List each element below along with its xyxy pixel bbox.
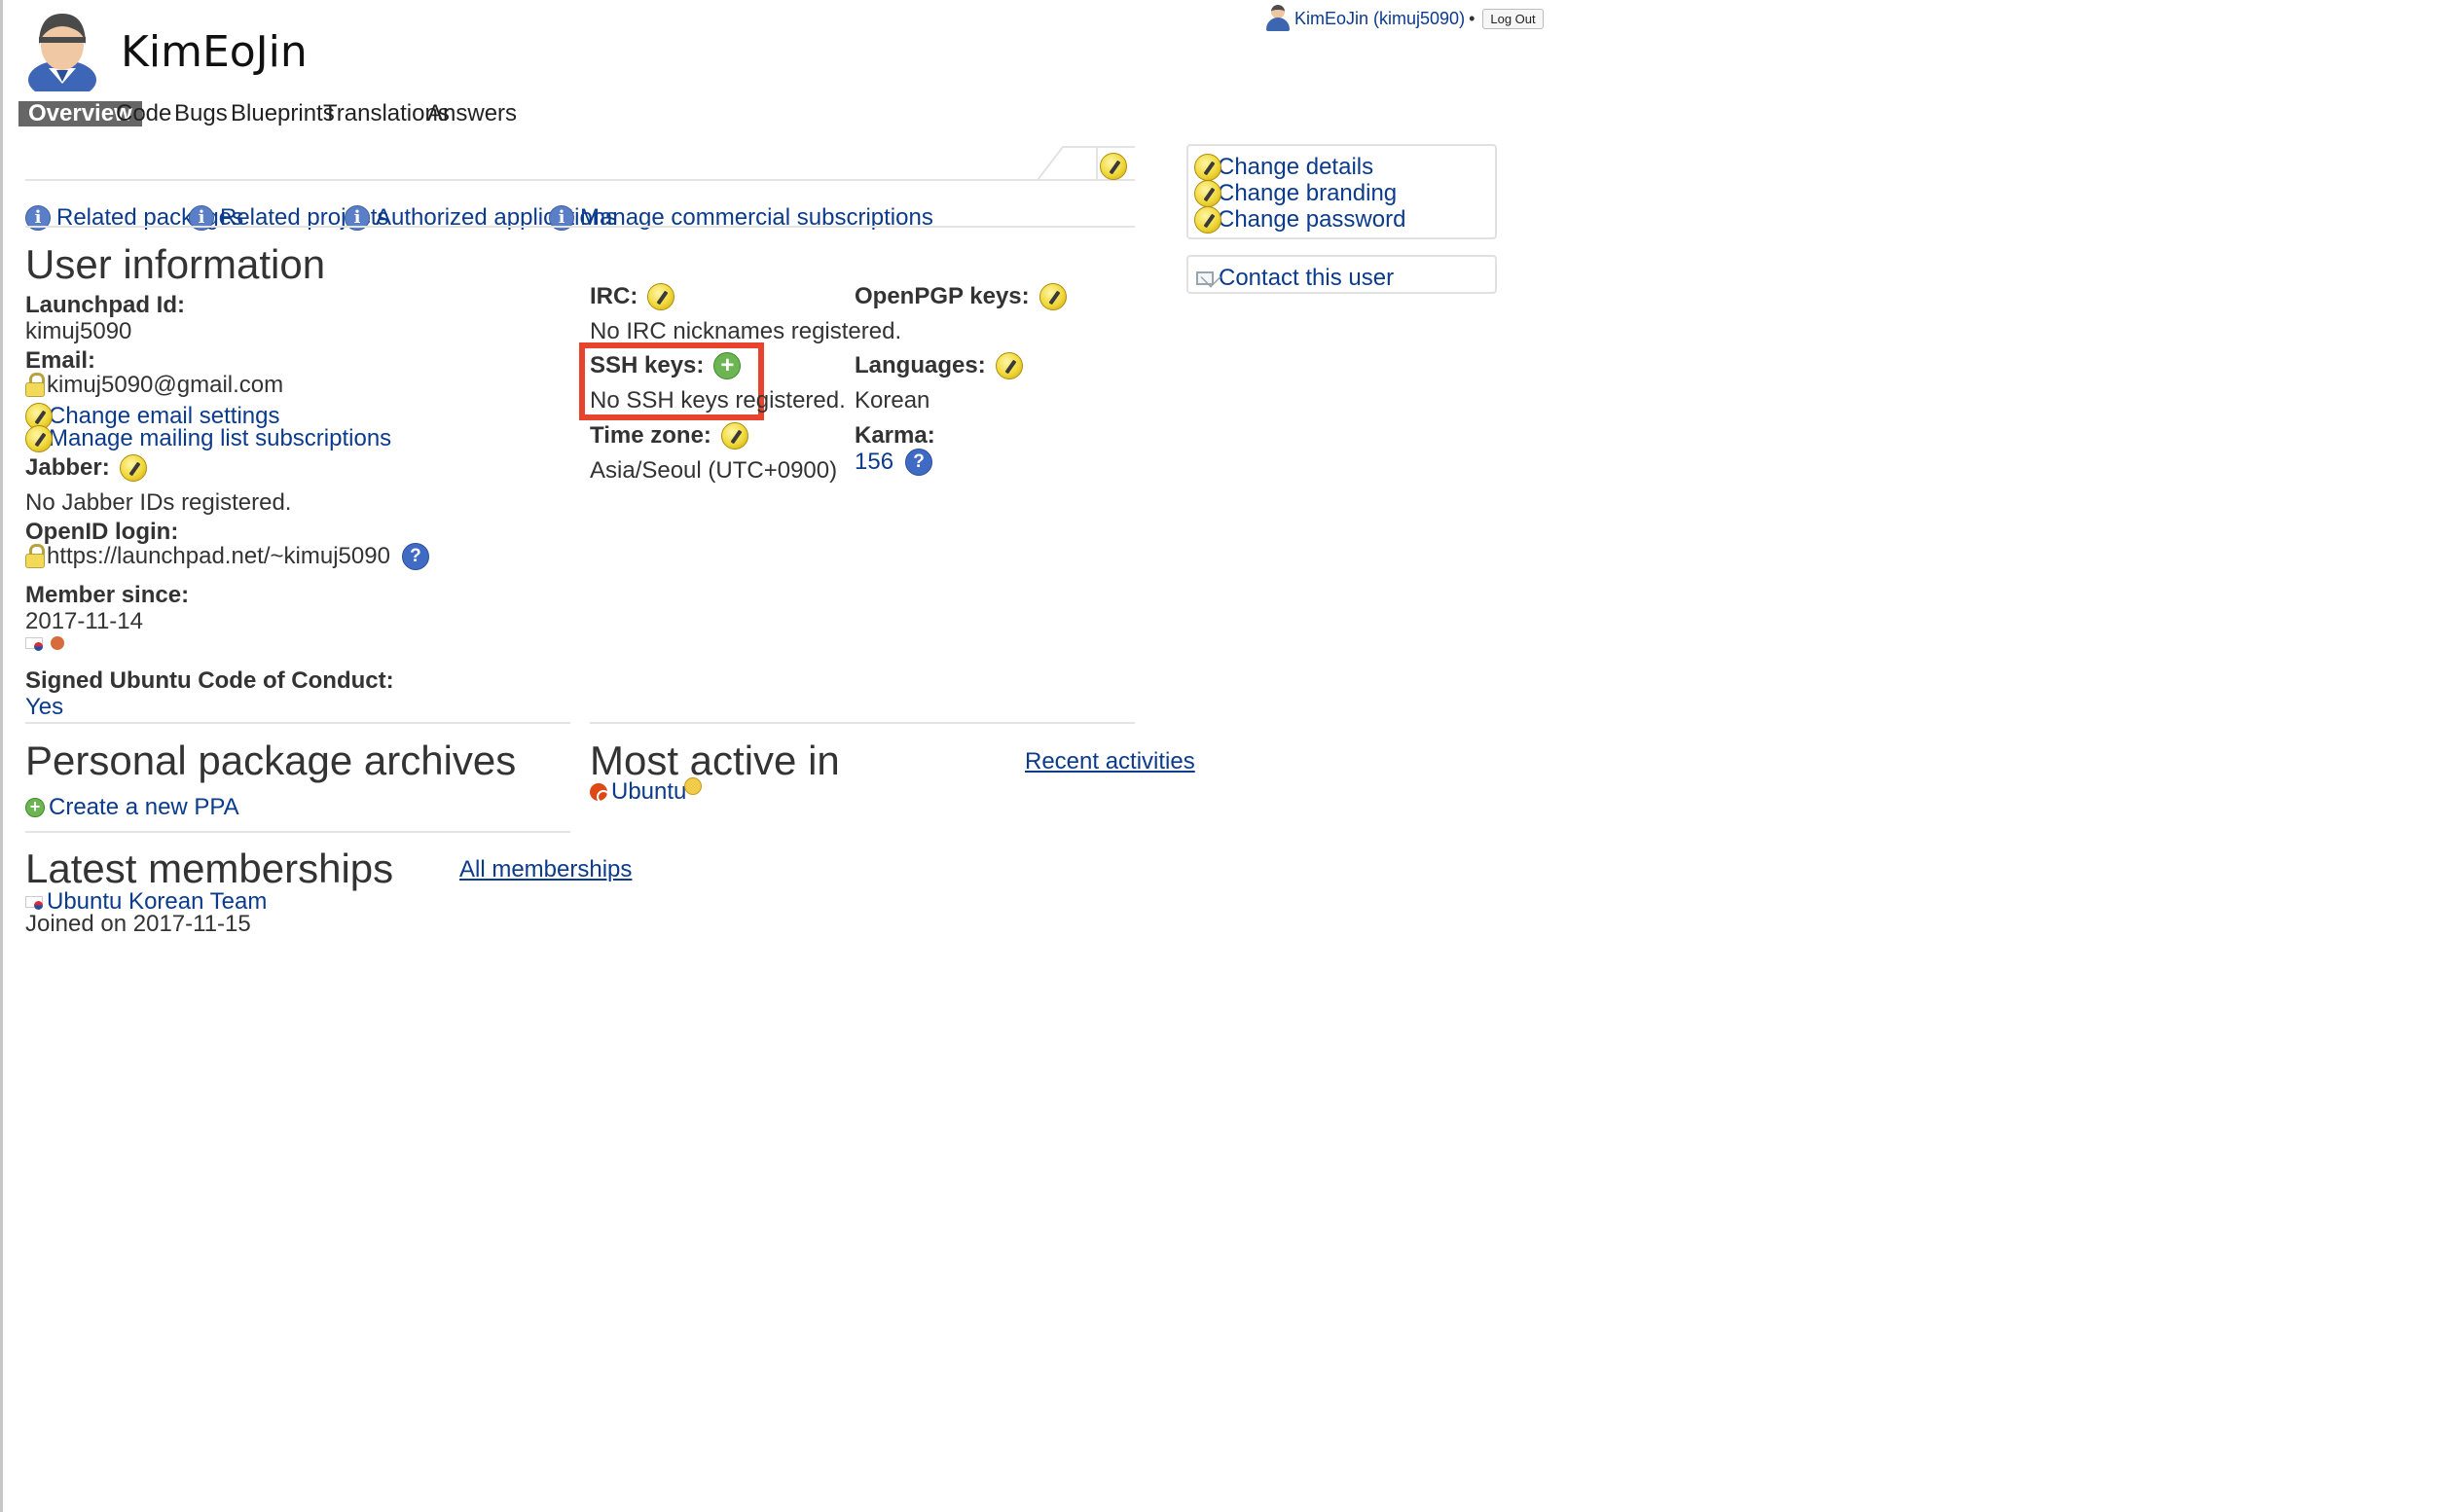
- time-zone-icon: [51, 636, 64, 650]
- launchpad-id-value: kimuj5090: [25, 318, 132, 344]
- edit-timezone-icon[interactable]: [720, 422, 748, 450]
- karma-row: 156 ?: [855, 449, 933, 476]
- current-user-link[interactable]: KimEoJin (kimuj5090): [1294, 9, 1465, 29]
- ppa-heading: Personal package archives: [25, 738, 517, 783]
- edit-jabber-icon[interactable]: [119, 454, 147, 482]
- edit-irc-icon[interactable]: [647, 283, 675, 310]
- user-information-heading: User information: [25, 241, 326, 287]
- openid-label: OpenID login:: [25, 519, 179, 545]
- actions-portlet: Change details Change branding Change pa…: [1186, 144, 1497, 239]
- email-value: kimuj5090@gmail.com: [47, 372, 284, 398]
- ubuntu-icon: [590, 783, 610, 804]
- languages-value: Korean: [855, 387, 930, 414]
- avatar: [27, 10, 97, 99]
- page-title: KimEoJin: [121, 27, 308, 77]
- edit-icon: [1194, 206, 1221, 234]
- irc-value: No IRC nicknames registered.: [590, 318, 902, 344]
- edit-languages-icon[interactable]: [995, 352, 1023, 379]
- openpgp-row: OpenPGP keys:: [855, 283, 1067, 310]
- contact-user-link[interactable]: Contact this user: [1196, 265, 1394, 292]
- divider: [25, 226, 1135, 228]
- openid-value: https://launchpad.net/~kimuj5090: [47, 543, 390, 569]
- change-details-link[interactable]: Change details: [1194, 154, 1373, 181]
- add-ssh-key-icon[interactable]: +: [713, 352, 742, 379]
- add-icon: +: [25, 798, 45, 817]
- contact-portlet: Contact this user: [1186, 255, 1497, 294]
- member-since-value: 2017-11-14: [25, 608, 143, 634]
- mail-icon: [1196, 271, 1214, 285]
- lock-icon: [25, 544, 45, 569]
- user-menu: KimEoJin (kimuj5090) • Log Out: [1265, 5, 1544, 32]
- languages-label: Languages:: [855, 352, 986, 378]
- email-label: Email:: [25, 347, 96, 374]
- ubuntu-link[interactable]: Ubuntu: [611, 778, 686, 806]
- change-branding-link[interactable]: Change branding: [1194, 180, 1397, 207]
- coc-value-link[interactable]: Yes: [25, 694, 63, 721]
- divider: [25, 722, 570, 724]
- location-icons: [25, 636, 64, 651]
- timezone-label: Time zone:: [590, 422, 711, 449]
- timezone-value: Asia/Seoul (UTC+0900): [590, 457, 838, 484]
- languages-row: Languages:: [855, 352, 1023, 379]
- separator-bullet: •: [1469, 8, 1476, 28]
- create-ppa-link[interactable]: + Create a new PPA: [25, 794, 239, 821]
- irc-row: IRC:: [590, 283, 675, 310]
- karma-value-link[interactable]: 156: [855, 449, 893, 476]
- memberships-heading: Latest memberships: [25, 846, 394, 891]
- manage-mailing-link[interactable]: Manage mailing list subscriptions: [25, 425, 391, 452]
- most-active-heading: Most active in: [590, 738, 840, 783]
- divider: [25, 831, 570, 833]
- openpgp-label: OpenPGP keys:: [855, 283, 1030, 309]
- help-icon[interactable]: ?: [401, 543, 429, 570]
- member-since-label: Member since:: [25, 582, 190, 608]
- edit-branding-icon[interactable]: [1100, 152, 1127, 180]
- jabber-label: Jabber:: [25, 454, 110, 481]
- korea-flag-icon: [25, 637, 43, 651]
- timezone-row: Time zone:: [590, 422, 748, 450]
- tab-bugs[interactable]: Bugs: [174, 101, 228, 126]
- karma-label: Karma:: [855, 422, 935, 449]
- joined-date: Joined on 2017-11-15: [25, 911, 251, 937]
- help-icon[interactable]: ?: [905, 449, 933, 476]
- launchpad-id-label: Launchpad Id:: [25, 292, 185, 318]
- all-memberships-link[interactable]: All memberships: [459, 856, 632, 883]
- answers-bubble-icon: [684, 777, 703, 795]
- email-row: kimuj5090@gmail.com: [25, 372, 283, 399]
- openid-row: https://launchpad.net/~kimuj5090 ?: [25, 543, 429, 570]
- ssh-value: No SSH keys registered.: [590, 387, 846, 414]
- ssh-row: SSH keys: +: [590, 352, 742, 379]
- recent-activities-link[interactable]: Recent activities: [1025, 748, 1195, 775]
- tab-code[interactable]: Code: [116, 101, 171, 126]
- edit-openpgp-icon[interactable]: [1038, 283, 1067, 310]
- change-password-link[interactable]: Change password: [1194, 206, 1405, 234]
- jabber-value: No Jabber IDs registered.: [25, 489, 292, 516]
- logout-button[interactable]: Log Out: [1482, 8, 1544, 29]
- branding-edit-area: [25, 146, 1135, 181]
- tab-answers[interactable]: Answers: [427, 101, 517, 126]
- korea-flag-icon: [25, 896, 43, 910]
- jabber-row: Jabber:: [25, 454, 147, 482]
- edit-icon: [1194, 180, 1221, 207]
- most-active-item: Ubuntu: [590, 777, 703, 806]
- edit-icon: [1194, 154, 1221, 181]
- divider: [590, 722, 1135, 724]
- tab-blueprints[interactable]: Blueprints: [231, 101, 335, 126]
- related-links-bar: i Related packages i Related projects i …: [25, 204, 1135, 231]
- coc-label: Signed Ubuntu Code of Conduct:: [25, 667, 394, 694]
- user-icon: [1265, 5, 1291, 32]
- edit-icon: [25, 425, 53, 452]
- irc-label: IRC:: [590, 283, 638, 309]
- left-edge-rule: [0, 0, 3, 1512]
- ssh-label: SSH keys:: [590, 352, 705, 378]
- lock-icon: [25, 373, 45, 398]
